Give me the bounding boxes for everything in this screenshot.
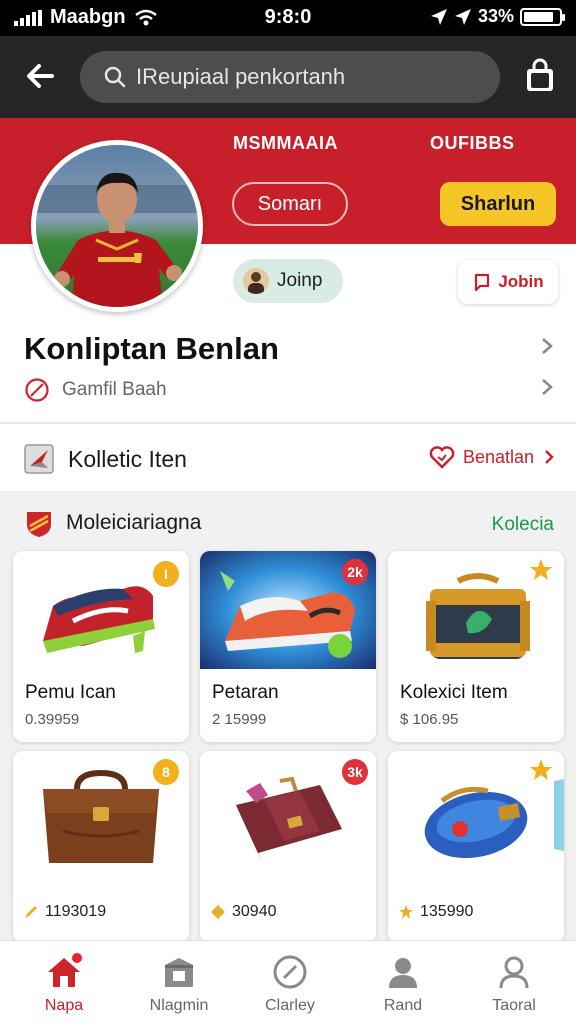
star-icon bbox=[530, 559, 552, 580]
profile-name: Konliptan Benlan bbox=[24, 331, 279, 366]
item-badge: 2k bbox=[342, 559, 368, 585]
nav-label: Napa bbox=[44, 997, 84, 1014]
item-name: Pemu Ican bbox=[25, 682, 116, 703]
profile-subtitle: Gamfil Baah bbox=[62, 379, 167, 400]
item-card[interactable]: Kolexici Item $ 106.95 bbox=[388, 551, 564, 742]
collection-action: Benatlan bbox=[462, 446, 534, 467]
item-name: Kolexici Item bbox=[400, 682, 508, 703]
nav-label: Taoral bbox=[492, 997, 536, 1014]
mini-avatar-icon bbox=[243, 268, 269, 294]
search-placeholder: IReupiaal penkortanh bbox=[136, 64, 346, 89]
bottom-nav: Napa Nlagmin Clarley Rand Taoral bbox=[0, 940, 576, 1024]
item-card[interactable]: 3k 30940 bbox=[200, 751, 376, 943]
location-arrow-icon bbox=[454, 8, 471, 25]
notification-dot bbox=[70, 951, 84, 965]
collection-row[interactable]: Kolletic Iten Benatlan bbox=[0, 423, 576, 491]
heart-icon bbox=[429, 446, 455, 469]
primary-button[interactable]: Sharlun bbox=[440, 182, 556, 226]
back-arrow-icon[interactable] bbox=[22, 58, 58, 94]
nav-home[interactable]: Napa bbox=[16, 951, 112, 1015]
item-card[interactable]: I Pemu Ican 0.39959 bbox=[13, 551, 189, 742]
item-price: $ 106.95 bbox=[400, 711, 459, 728]
shopping-bag-icon[interactable] bbox=[522, 58, 558, 94]
secondary-button[interactable]: Somarı bbox=[232, 182, 348, 226]
item-card[interactable]: 2k Petaran 2 15999 bbox=[200, 551, 376, 742]
avatar[interactable] bbox=[31, 140, 203, 312]
diamond-icon bbox=[211, 905, 225, 919]
prohibited-icon bbox=[25, 378, 49, 402]
section-link[interactable]: Kolecia bbox=[492, 514, 554, 536]
location-icon bbox=[430, 8, 447, 25]
star-small-icon bbox=[399, 905, 413, 919]
item-badge: 8 bbox=[153, 759, 179, 785]
chevron-right-icon[interactable] bbox=[538, 377, 556, 397]
nav-label: Clarley bbox=[265, 997, 315, 1014]
nav-explore[interactable]: Clarley bbox=[242, 953, 338, 1015]
item-price-row: 135990 bbox=[398, 903, 473, 921]
item-badge: I bbox=[153, 561, 179, 587]
item-price: 0.39959 bbox=[25, 711, 80, 728]
item-card[interactable]: 8 1193019 bbox=[13, 751, 189, 943]
join-chip[interactable]: Joinp bbox=[233, 259, 343, 303]
nav-profile[interactable]: Taoral bbox=[466, 953, 562, 1015]
search-input[interactable]: IReupiaal penkortanh bbox=[80, 51, 500, 103]
collection-icon bbox=[24, 444, 54, 474]
top-bar: IReupiaal penkortanh bbox=[0, 36, 576, 118]
nav-store[interactable]: Nlagmin bbox=[131, 953, 227, 1015]
item-name: Petaran bbox=[212, 682, 279, 703]
stat-1: MSMMAAIA bbox=[233, 133, 338, 153]
shield-icon bbox=[27, 512, 51, 537]
search-icon bbox=[104, 66, 126, 88]
nav-label: Rand bbox=[383, 997, 423, 1014]
section-header: Moleiciariagna bbox=[24, 508, 201, 538]
profile-icon bbox=[499, 956, 529, 989]
pencil-icon bbox=[25, 906, 37, 918]
store-icon bbox=[165, 958, 193, 987]
battery-icon bbox=[520, 7, 565, 26]
item-card[interactable]: 135990 bbox=[388, 751, 564, 943]
player-photo bbox=[36, 145, 198, 307]
compass-icon bbox=[273, 955, 307, 989]
section-title: Moleiciariagna bbox=[66, 511, 202, 534]
battery-percent: 33% bbox=[477, 6, 514, 26]
follow-chip-label: Jobin bbox=[498, 272, 544, 291]
item-price: 135990 bbox=[420, 903, 474, 920]
follow-chip[interactable]: Jobin bbox=[458, 260, 558, 304]
item-badge: 3k bbox=[342, 759, 368, 785]
collection-title: Kolletic Iten bbox=[68, 445, 187, 472]
nav-friends[interactable]: Rand bbox=[355, 953, 451, 1015]
chevron-right-icon bbox=[545, 450, 554, 464]
stat-2: OUFIBBS bbox=[430, 133, 515, 153]
item-price: 1193019 bbox=[45, 903, 107, 920]
person-icon bbox=[389, 958, 417, 988]
bookmark-icon bbox=[475, 273, 490, 292]
item-price: 2 15999 bbox=[212, 711, 267, 728]
chevron-right-icon[interactable] bbox=[538, 336, 556, 356]
nav-label: Nlagmin bbox=[149, 997, 209, 1014]
join-chip-label: Joinp bbox=[277, 270, 323, 291]
status-bar: Maabgn 9:8:0 33% bbox=[0, 0, 576, 36]
star-icon bbox=[530, 759, 552, 780]
profile-subtitle-row[interactable]: Gamfil Baah bbox=[24, 377, 167, 403]
item-price: 30940 bbox=[232, 903, 277, 920]
item-price-row: 30940 bbox=[210, 903, 277, 921]
item-price-row: 1193019 bbox=[23, 903, 106, 921]
